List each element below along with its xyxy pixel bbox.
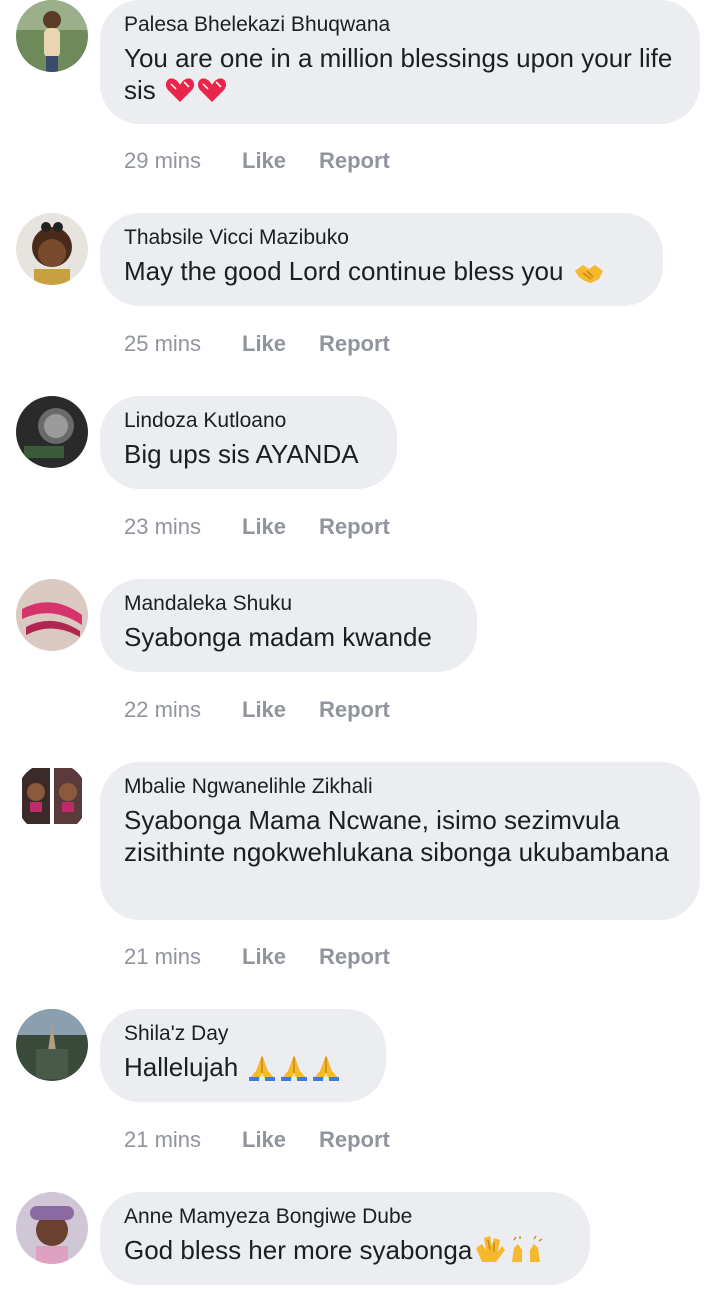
comment-bubble: Mbalie Ngwanelihle Zikhali Syabonga Mama… — [100, 762, 700, 920]
comment-text: Hallelujah — [124, 1051, 362, 1083]
comment-timestamp: 23 mins — [124, 514, 202, 539]
comment-body: God bless her more syabonga — [124, 1235, 473, 1265]
comment-bubble: Lindoza Kutloano Big ups sis AYANDA — [100, 396, 397, 489]
comment-body: Big ups sis AYANDA — [124, 439, 359, 469]
comment-author[interactable]: Thabsile Vicci Mazibuko — [124, 225, 639, 251]
comment-author[interactable]: Palesa Bhelekazi Bhuqwana — [124, 12, 676, 38]
handshake-icon — [573, 261, 605, 285]
comment-text: May the good Lord continue bless you — [124, 255, 639, 287]
comment-bubble: Anne Mamyeza Bongiwe Dube God bless her … — [100, 1192, 590, 1285]
comment-body: May the good Lord continue bless you — [124, 256, 564, 286]
comment-author[interactable]: Mandaleka Shuku — [124, 591, 453, 617]
avatar[interactable] — [16, 1009, 88, 1081]
comment-meta: 21 mins Like Report — [124, 944, 390, 970]
like-button[interactable]: Like — [242, 331, 319, 357]
heart-icon — [165, 76, 195, 104]
comment-author[interactable]: Lindoza Kutloano — [124, 408, 373, 434]
comment-text: Syabonga madam kwande — [124, 621, 453, 653]
report-button[interactable]: Report — [319, 514, 390, 539]
comment-meta: 22 mins Like Report — [124, 697, 390, 723]
comment-body: Syabonga Mama Ncwane, isimo sezimvula zi… — [124, 805, 669, 867]
comment-bubble: Shila'z Day Hallelujah — [100, 1009, 386, 1102]
comment-meta: 25 mins Like Report — [124, 331, 390, 357]
comment-meta: 21 mins Like Report — [124, 1127, 390, 1153]
comment-body: Syabonga madam kwande — [124, 622, 432, 652]
report-button[interactable]: Report — [319, 1127, 390, 1152]
comment-meta: 29 mins Like Report — [124, 148, 390, 174]
comment-timestamp: 21 mins — [124, 1127, 202, 1152]
clap-icon — [474, 1234, 506, 1264]
heart-icon — [197, 76, 227, 104]
comment-bubble: Mandaleka Shuku Syabonga madam kwande — [100, 579, 477, 672]
avatar[interactable] — [16, 0, 88, 72]
pray-icon — [311, 1053, 341, 1081]
pray-icon — [247, 1053, 277, 1081]
comment-author[interactable]: Shila'z Day — [124, 1021, 362, 1047]
comment-author[interactable]: Mbalie Ngwanelihle Zikhali — [124, 774, 676, 800]
comment-body: Hallelujah — [124, 1052, 239, 1082]
comment-bubble: Thabsile Vicci Mazibuko May the good Lor… — [100, 213, 663, 306]
comment-author[interactable]: Anne Mamyeza Bongiwe Dube — [124, 1204, 566, 1230]
like-button[interactable]: Like — [242, 514, 319, 540]
comment-text: God bless her more syabonga — [124, 1234, 566, 1266]
avatar[interactable] — [16, 762, 88, 834]
like-button[interactable]: Like — [242, 1127, 319, 1153]
comment-timestamp: 25 mins — [124, 331, 202, 356]
avatar[interactable] — [16, 579, 88, 651]
comment-timestamp: 21 mins — [124, 944, 202, 969]
raised-hands-icon — [508, 1236, 544, 1264]
comment-thread: Palesa Bhelekazi Bhuqwana You are one in… — [0, 0, 720, 1294]
comment-text: Big ups sis AYANDA — [124, 438, 373, 470]
like-button[interactable]: Like — [242, 697, 319, 723]
like-button[interactable]: Like — [242, 944, 319, 970]
comment-meta: 23 mins Like Report — [124, 514, 390, 540]
comment-timestamp: 22 mins — [124, 697, 202, 722]
comment-timestamp: 29 mins — [124, 148, 202, 173]
like-button[interactable]: Like — [242, 148, 319, 174]
comment-text: You are one in a million blessings upon … — [124, 42, 676, 106]
comment-bubble: Palesa Bhelekazi Bhuqwana You are one in… — [100, 0, 700, 124]
report-button[interactable]: Report — [319, 331, 390, 356]
report-button[interactable]: Report — [319, 697, 390, 722]
avatar[interactable] — [16, 396, 88, 468]
avatar[interactable] — [16, 213, 88, 285]
avatar[interactable] — [16, 1192, 88, 1264]
comment-text: Syabonga Mama Ncwane, isimo sezimvula zi… — [124, 804, 676, 868]
pray-icon — [279, 1053, 309, 1081]
report-button[interactable]: Report — [319, 944, 390, 969]
report-button[interactable]: Report — [319, 148, 390, 173]
